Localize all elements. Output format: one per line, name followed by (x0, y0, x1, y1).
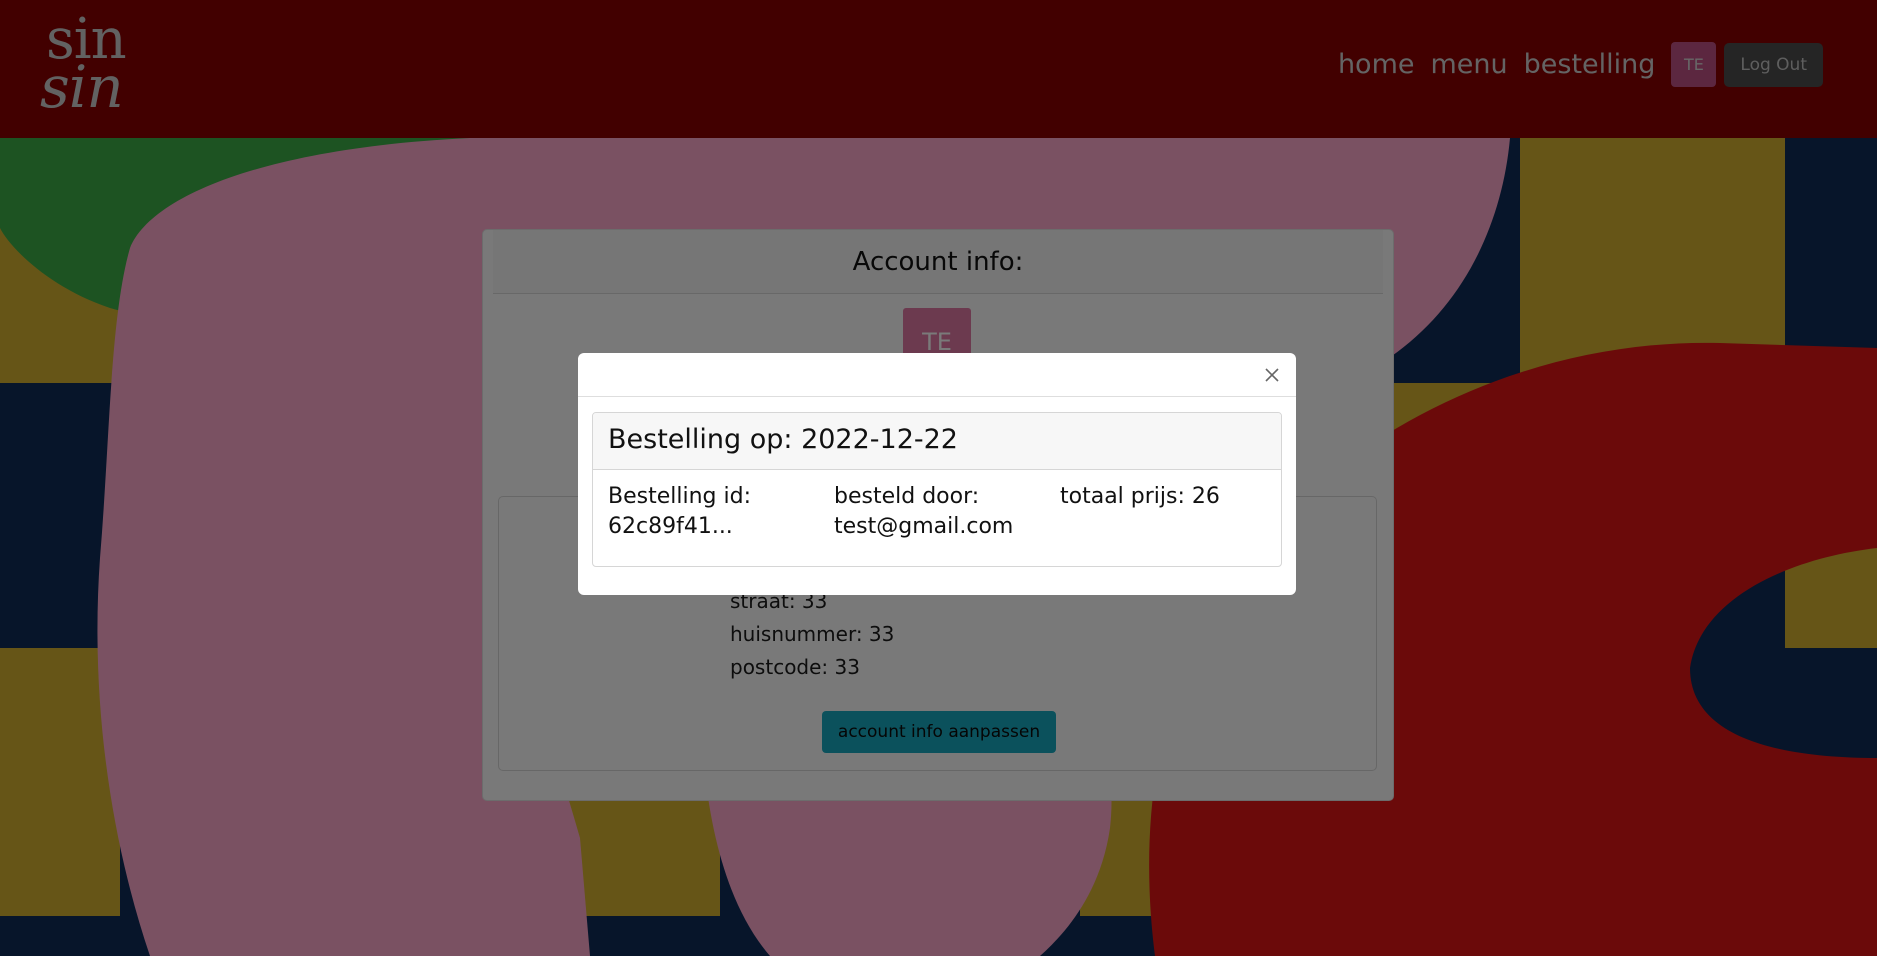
ordered-by-value: test@gmail.com (834, 514, 1014, 539)
order-id-label: Bestelling id: (608, 484, 751, 509)
total-price-column: totaal prijs: 26 (1060, 482, 1275, 512)
close-modal-button[interactable] (1258, 361, 1286, 389)
modal-header (578, 353, 1296, 397)
ordered-by-column: besteld door: test@gmail.com (834, 482, 1049, 542)
order-id-value: 62c89f41... (608, 514, 733, 539)
order-modal: Bestelling op: 2022-12-22 Bestelling id:… (578, 353, 1296, 595)
close-icon (1265, 368, 1279, 382)
ordered-by-label: besteld door: (834, 484, 980, 509)
total-price: totaal prijs: 26 (1060, 484, 1220, 509)
order-id-column: Bestelling id: 62c89f41... (608, 482, 823, 542)
order-date-heading: Bestelling op: 2022-12-22 (593, 413, 1281, 470)
order-details: Bestelling id: 62c89f41... besteld door:… (593, 470, 1281, 566)
order-card: Bestelling op: 2022-12-22 Bestelling id:… (592, 412, 1282, 567)
